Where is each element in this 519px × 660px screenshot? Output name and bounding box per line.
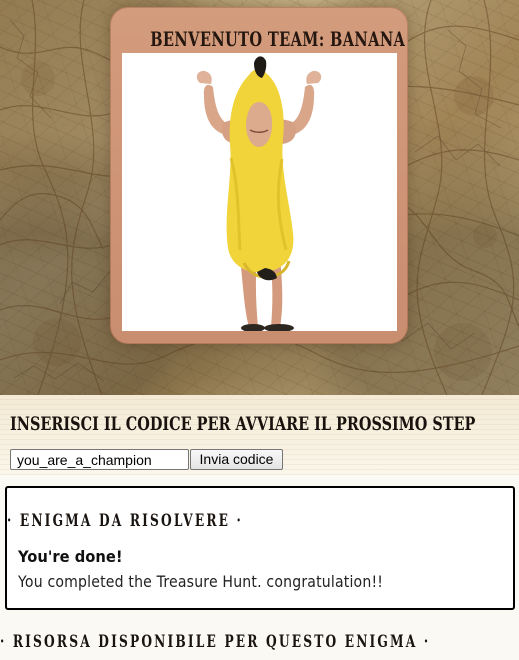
- banana-costume-image: [122, 53, 397, 331]
- completion-title: You're done!: [18, 547, 123, 566]
- resource-heading: · RISORSA DISPONIBILE PER QUESTO ENIGMA …: [0, 632, 431, 652]
- submit-code-button[interactable]: Invia codice: [190, 449, 283, 470]
- riddle-panel: · ENIGMA DA RISOLVERE · You're done! You…: [5, 486, 515, 610]
- completion-message: You completed the Treasure Hunt. congrat…: [18, 572, 384, 591]
- team-welcome-title: BENVENUTO TEAM: BANANA: [150, 27, 406, 51]
- code-input[interactable]: [10, 449, 189, 470]
- banana-costume-illustration: [122, 53, 397, 331]
- treasure-hunt-page: BENVENUTO TEAM: BANANA INSERISCI IL CODI…: [0, 0, 519, 660]
- next-step-title: INSERISCI IL CODICE PER AVVIARE IL PROSS…: [10, 413, 476, 435]
- team-card: BENVENUTO TEAM: BANANA: [110, 7, 408, 344]
- riddle-heading: · ENIGMA DA RISOLVERE ·: [7, 511, 243, 531]
